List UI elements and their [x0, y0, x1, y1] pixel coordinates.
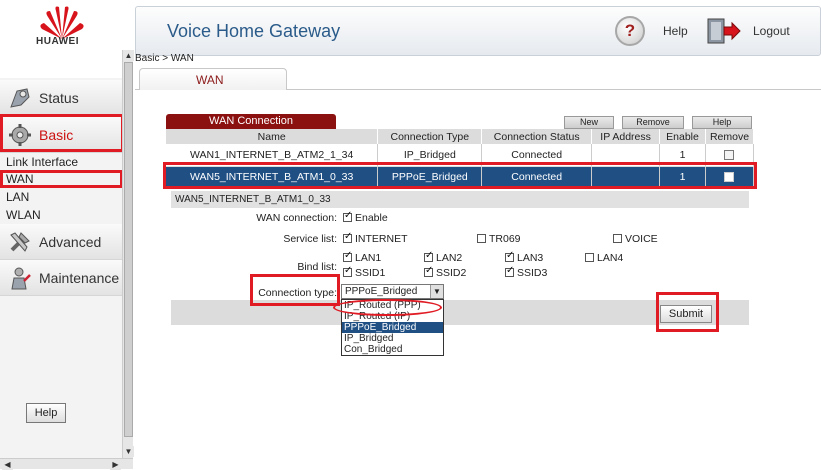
sidebar-item-label: Status	[39, 89, 79, 106]
ssid2-label: SSID2	[436, 267, 467, 279]
highlight-basic	[0, 114, 124, 152]
help-icon[interactable]: ?	[615, 16, 645, 46]
bind-lan1[interactable]: LAN1	[343, 250, 382, 264]
ssid3-label: SSID3	[517, 267, 548, 279]
ssid2-checkbox[interactable]	[424, 265, 433, 277]
sidebar-item-label: Maintenance	[39, 269, 120, 286]
highlight-selected-row	[163, 162, 757, 189]
bind-lan3[interactable]: LAN3	[505, 250, 544, 264]
tab-bar: WAN	[135, 68, 821, 90]
column-header: Enable	[659, 129, 706, 144]
tab-wan[interactable]: WAN	[139, 68, 287, 90]
bind-lan4[interactable]: LAN4	[585, 252, 623, 264]
page-title: Voice Home Gateway	[167, 21, 341, 41]
sidebar-item-advanced[interactable]: Advanced	[0, 224, 122, 260]
enable-checkbox[interactable]	[343, 210, 352, 222]
option-pppoe-bridged[interactable]: PPPoE_Bridged	[342, 322, 443, 333]
lan2-checkbox[interactable]	[424, 250, 433, 262]
sidebar-subitem-wlan[interactable]: WLAN	[6, 207, 41, 223]
left-frame: HUAWEI Status Basic Link Interface WAN L…	[0, 0, 134, 470]
highlight-submit	[656, 292, 719, 332]
logout-link[interactable]: Logout	[753, 24, 790, 38]
highlight-wan	[0, 170, 123, 188]
internet-label: INTERNET	[355, 233, 408, 245]
sidebar-help-button[interactable]: Help	[26, 403, 66, 423]
table-header-row: Name Connection Type Connection Status I…	[166, 129, 755, 144]
lan4-label: LAN4	[597, 252, 624, 264]
wan-connection-label: WAN connection:	[256, 212, 337, 224]
status-icon	[10, 87, 30, 108]
horizontal-scrollbar[interactable]: ◀ ▶	[0, 458, 133, 470]
brand-name: HUAWEI	[36, 36, 79, 47]
lan1-label: LAN1	[355, 252, 382, 264]
ssid1-checkbox[interactable]	[343, 265, 352, 277]
lan3-label: LAN3	[517, 252, 544, 264]
service-tr069[interactable]: TR069	[477, 233, 521, 245]
logout-icon[interactable]	[706, 17, 742, 45]
scroll-right-icon[interactable]: ▶	[110, 459, 121, 470]
voice-label: VOICE	[625, 233, 658, 245]
remove-checkbox[interactable]	[724, 149, 735, 160]
sidebar-subitem-lan[interactable]: LAN	[6, 189, 29, 205]
internet-checkbox[interactable]	[343, 231, 352, 243]
option-con-bridged[interactable]: Con_Bridged	[342, 344, 443, 355]
sidebar-subitem-link-interface[interactable]: Link Interface	[6, 154, 78, 170]
option-ip-bridged[interactable]: IP_Bridged	[342, 333, 443, 344]
highlight-ip-routed-ppp	[333, 299, 442, 316]
chevron-down-icon[interactable]: ▼	[430, 285, 443, 298]
bind-ssid1[interactable]: SSID1	[343, 265, 386, 279]
sidebar-item-maintenance[interactable]: Maintenance	[0, 260, 122, 296]
lan4-checkbox[interactable]	[585, 253, 594, 262]
bind-ssid3[interactable]: SSID3	[505, 265, 548, 279]
remove-button[interactable]: Remove	[622, 116, 684, 129]
scroll-left-icon[interactable]: ◀	[2, 459, 13, 470]
lan3-checkbox[interactable]	[505, 250, 514, 262]
tr069-label: TR069	[489, 233, 521, 245]
column-header: Name	[166, 129, 379, 144]
help-button[interactable]: Help	[692, 116, 752, 129]
column-header: IP Address	[591, 129, 661, 144]
scroll-up-icon[interactable]: ▲	[123, 50, 134, 61]
help-link[interactable]: Help	[663, 24, 688, 38]
column-header: Connection Status	[481, 129, 593, 144]
lan2-label: LAN2	[436, 252, 463, 264]
bind-lan2[interactable]: LAN2	[424, 250, 463, 264]
service-internet[interactable]: INTERNET	[343, 231, 408, 245]
column-header: Remove	[705, 129, 755, 144]
connection-type-select[interactable]: PPPoE_Bridged ▼	[341, 284, 444, 299]
lan1-checkbox[interactable]	[343, 250, 352, 262]
service-list-label: Service list:	[283, 233, 337, 245]
scrollbar-thumb[interactable]	[124, 62, 133, 437]
panel-title: WAN Connection	[166, 114, 336, 129]
highlight-connection-type	[250, 274, 340, 306]
voice-checkbox[interactable]	[613, 234, 622, 243]
sidebar-item-label: Advanced	[39, 233, 102, 250]
breadcrumb: Basic > WAN	[135, 53, 194, 64]
sidebar-item-status[interactable]: Status	[0, 80, 122, 116]
service-voice[interactable]: VOICE	[613, 233, 658, 245]
ssid3-checkbox[interactable]	[505, 265, 514, 277]
header: Voice Home Gateway ? Help Logout	[135, 6, 821, 56]
enable-option[interactable]: Enable	[343, 210, 388, 224]
enable-label: Enable	[355, 212, 388, 224]
bind-list-label: Bind list:	[297, 261, 337, 273]
bind-ssid2[interactable]: SSID2	[424, 265, 467, 279]
detail-title: WAN5_INTERNET_B_ATM1_0_33	[171, 191, 749, 208]
vertical-scrollbar[interactable]: ▲ ▼	[122, 50, 134, 458]
scroll-down-icon[interactable]: ▼	[123, 446, 134, 457]
maintenance-icon	[11, 267, 31, 289]
tools-icon	[10, 231, 30, 252]
tr069-checkbox[interactable]	[477, 234, 486, 243]
new-button[interactable]: New	[564, 116, 614, 129]
connection-type-value: PPPoE_Bridged	[345, 286, 418, 297]
ssid1-label: SSID1	[355, 267, 386, 279]
column-header: Connection Type	[377, 129, 483, 144]
